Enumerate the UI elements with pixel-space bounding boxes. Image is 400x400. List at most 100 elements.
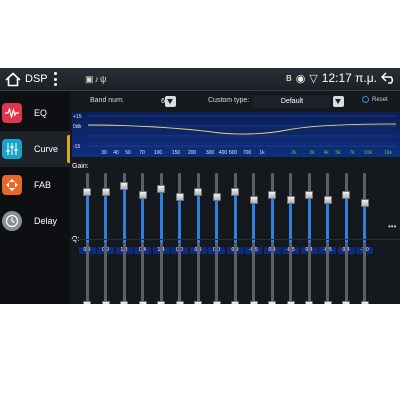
q-slider-track[interactable]	[196, 243, 200, 304]
y-tick-label: -15	[73, 144, 80, 150]
custom-type-select[interactable]: Default	[253, 95, 331, 108]
q-slider-track[interactable]	[141, 243, 144, 304]
status-bar: DSP ▣♪ψ ʙ ◉ ▽ 12:17 π.μ.	[0, 68, 400, 91]
gain-slider-knob[interactable]	[83, 187, 91, 196]
gain-slider-knob[interactable]	[323, 196, 332, 204]
sidebar-item-label: Curve	[34, 144, 59, 154]
band-num-dropdown-icon[interactable]	[165, 96, 176, 107]
sidebar-item-eq[interactable]: EQ	[0, 95, 70, 131]
location-icon: ◉	[295, 72, 306, 85]
gain-slider-knob[interactable]	[342, 190, 350, 199]
custom-type-label: Custom type:	[208, 97, 250, 104]
gain-slider-knob[interactable]	[138, 190, 147, 199]
gain-slider-fill	[159, 188, 163, 243]
q-slider-knob[interactable]	[231, 301, 239, 304]
q-slider-knob[interactable]	[286, 301, 295, 304]
x-tick-label: 2k	[291, 150, 297, 156]
q-slider-track[interactable]	[233, 243, 237, 304]
q-slider-knob[interactable]	[175, 301, 184, 304]
section-divider	[70, 239, 400, 240]
gain-slider-knob[interactable]	[157, 184, 165, 193]
x-tick-label: 300	[206, 150, 215, 156]
sidebar-item-fab[interactable]: FAB	[0, 167, 70, 203]
sidebar-item-label: FAB	[34, 180, 52, 190]
q-slider-knob[interactable]	[305, 301, 313, 304]
gain-slider-knob[interactable]	[249, 196, 258, 204]
q-slider-knob[interactable]	[138, 301, 147, 304]
y-tick-label: +15	[73, 114, 82, 120]
eq-curve-line	[87, 123, 397, 135]
q-slider-track[interactable]	[344, 243, 348, 304]
gain-slider-knob[interactable]	[120, 182, 128, 191]
q-slider-knob[interactable]	[360, 301, 369, 304]
q-slider-track[interactable]	[122, 243, 126, 304]
x-tick-label: 3k	[309, 150, 315, 156]
gain-slider-fill	[363, 203, 366, 243]
q-slider-track[interactable]	[289, 243, 292, 304]
q-slider-track[interactable]	[270, 243, 274, 304]
x-tick-label: 40	[113, 150, 119, 156]
q-slider-track[interactable]	[307, 243, 311, 304]
reset-radio-icon	[362, 96, 369, 103]
q-slider-knob[interactable]	[249, 301, 258, 304]
q-slider-track[interactable]	[326, 243, 329, 304]
q-slider-track[interactable]	[104, 243, 107, 304]
q-slider-track[interactable]	[159, 243, 163, 304]
status-right: ʙ ◉ ▽ 12:17 π.μ.	[286, 71, 396, 85]
q-slider-knob[interactable]	[342, 301, 350, 304]
q-slider-track[interactable]	[252, 243, 255, 304]
q-slider-track[interactable]	[178, 243, 181, 304]
gain-slider-fill	[289, 200, 292, 243]
reset-button[interactable]: Reset	[362, 96, 388, 103]
x-tick-label: 150	[172, 150, 181, 156]
gain-slider-knob[interactable]	[286, 196, 295, 204]
gain-slider-fill	[85, 191, 89, 243]
curve-svg: +15 0db -15 30 40 50 70 100 150 200 300 400 500 700 1k…	[73, 114, 397, 156]
fader-arrows-icon	[2, 175, 22, 195]
more-bands-icon[interactable]: •••	[388, 222, 396, 231]
custom-type-dropdown-icon[interactable]	[333, 96, 344, 107]
gain-slider-knob[interactable]	[212, 193, 221, 201]
sliders-icon	[2, 139, 22, 159]
gain-slider-knob[interactable]	[360, 199, 369, 207]
gain-slider-fill	[215, 197, 218, 243]
gain-slider-fill	[326, 200, 329, 243]
gain-slider-fill	[344, 194, 348, 243]
gain-slider-knob[interactable]	[268, 190, 276, 199]
curve-panel: Band num: 64 Custom type: Default Reset …	[70, 91, 400, 304]
band-num-label: Band num:	[90, 97, 124, 104]
x-tick-label: 200	[188, 150, 197, 156]
slider-bank: 0.92.200.92.201.82.200.42.201.42.200.02.…	[70, 161, 400, 304]
q-slider-knob[interactable]	[83, 301, 91, 304]
gain-slider-knob[interactable]	[194, 187, 202, 196]
x-tick-label: 70	[139, 150, 145, 156]
q-slider-track[interactable]	[363, 243, 366, 304]
notification-icons: ▣♪ψ	[85, 74, 108, 84]
gain-slider-knob[interactable]	[101, 187, 110, 196]
home-icon[interactable]	[5, 72, 21, 87]
clock-time: 12:17 π.μ.	[321, 71, 377, 85]
q-slider-knob[interactable]	[268, 301, 276, 304]
gain-slider-fill	[141, 194, 144, 243]
q-slider-knob[interactable]	[101, 301, 110, 304]
q-slider-knob[interactable]	[194, 301, 202, 304]
q-slider-knob[interactable]	[120, 301, 128, 304]
more-vert-icon[interactable]	[53, 72, 57, 86]
back-icon[interactable]	[381, 72, 396, 84]
q-slider-knob[interactable]	[212, 301, 221, 304]
q-slider-track[interactable]	[215, 243, 218, 304]
gain-slider-knob[interactable]	[305, 190, 313, 199]
q-slider-knob[interactable]	[323, 301, 332, 304]
sidebar: EQ Curve FAB Delay	[0, 91, 70, 304]
q-slider-knob[interactable]	[157, 301, 165, 304]
gain-slider-knob[interactable]	[175, 193, 184, 201]
bluetooth-icon: ʙ	[285, 72, 292, 84]
q-slider-track[interactable]	[85, 243, 89, 304]
sidebar-item-curve[interactable]: Curve	[0, 131, 70, 167]
x-tick-label: 4k	[323, 150, 329, 156]
sidebar-item-delay[interactable]: Delay	[0, 203, 70, 239]
x-tick-label: 400	[219, 150, 228, 156]
eq-curve-graph[interactable]: +15 0db -15 30 40 50 70 100 150 200 300 400 500 700 1k…	[72, 112, 400, 157]
gain-slider-knob[interactable]	[231, 187, 239, 196]
gain-slider-fill	[270, 194, 274, 243]
